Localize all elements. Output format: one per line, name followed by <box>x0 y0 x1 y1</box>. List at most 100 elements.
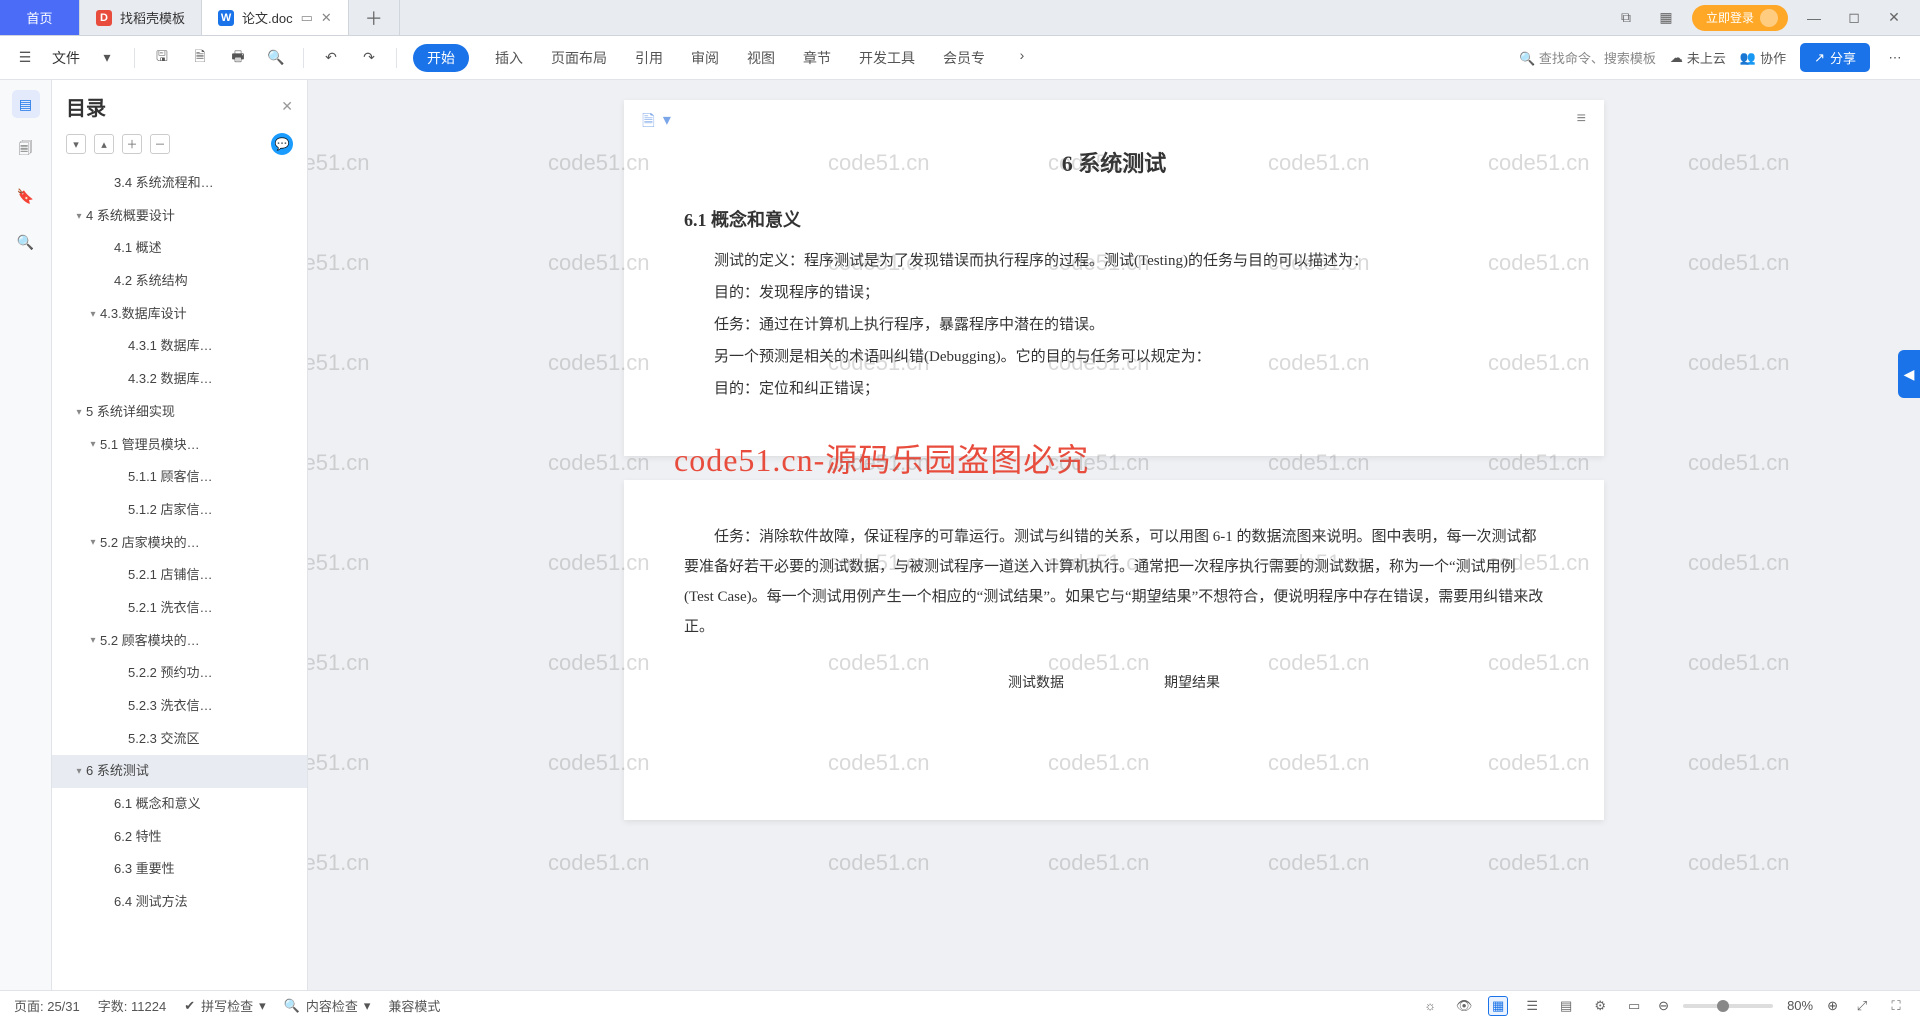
outline-item[interactable]: 5.2.3 交流区 <box>52 723 307 756</box>
menu-icon[interactable]: ☰ <box>14 47 36 69</box>
outline-item[interactable]: ▾6 系统测试 <box>52 755 307 788</box>
tab-templates[interactable]: D 找稻壳模板 <box>80 0 202 35</box>
expand-icon[interactable]: ▾ <box>86 533 100 552</box>
redo-icon[interactable]: ↷ <box>358 47 380 69</box>
outline-rail-icon[interactable]: ▤ <box>12 90 40 118</box>
read-mode-icon[interactable]: 👁 <box>1454 996 1474 1016</box>
outline-item[interactable]: 5.2.1 洗衣信… <box>52 592 307 625</box>
status-wordcount[interactable]: 字数: 11224 <box>98 996 166 1015</box>
expand-icon[interactable]: ▾ <box>86 305 100 324</box>
outline-assist-icon[interactable]: 💬 <box>271 133 293 155</box>
outline-item[interactable]: 4.1 概述 <box>52 232 307 265</box>
remove-outline-button[interactable]: － <box>150 134 170 154</box>
tools-view-icon[interactable]: ⚙ <box>1590 996 1610 1016</box>
layout-icon[interactable]: ⧉ <box>1612 9 1640 26</box>
tab-window-icon[interactable]: ▭ <box>301 10 313 26</box>
outline-item[interactable]: 4.3.2 数据库… <box>52 363 307 396</box>
expand-icon[interactable]: ▾ <box>72 403 86 422</box>
outline-item[interactable]: 5.1.1 顾客信… <box>52 461 307 494</box>
zoom-out-button[interactable]: ⊖ <box>1658 998 1669 1014</box>
ribbon-tab-review[interactable]: 审阅 <box>689 44 721 72</box>
page-drop-icon[interactable]: ▾ <box>663 110 671 137</box>
outline-item[interactable]: ▾5.2 顾客模块的… <box>52 625 307 658</box>
outline-item[interactable]: 5.1.2 店家信… <box>52 494 307 527</box>
status-compat[interactable]: 兼容模式 <box>388 996 440 1015</box>
presentation-icon[interactable]: ▭ <box>1624 996 1644 1016</box>
outline-item[interactable]: 4.2 系统结构 <box>52 265 307 298</box>
outline-item[interactable]: ▾5.1 管理员模块… <box>52 429 307 462</box>
page-view-icon[interactable]: ▦ <box>1488 996 1508 1016</box>
outline-item[interactable]: 6.2 特性 <box>52 821 307 854</box>
outline-item[interactable]: ▾4 系统概要设计 <box>52 200 307 233</box>
ribbon-tab-reference[interactable]: 引用 <box>633 44 665 72</box>
collab-button[interactable]: 👥协作 <box>1740 48 1786 67</box>
tab-close-icon[interactable]: ✕ <box>321 10 332 26</box>
outline-item[interactable]: 3.4 系统流程和… <box>52 167 307 200</box>
ribbon-tab-pagelayout[interactable]: 页面布局 <box>549 44 609 72</box>
save-as-icon[interactable]: 🗎 <box>189 47 211 69</box>
outline-item[interactable]: 6.1 概念和意义 <box>52 788 307 821</box>
maximize-button[interactable]: ◻ <box>1840 9 1868 26</box>
search-rail-icon[interactable]: 🔍 <box>12 228 40 256</box>
status-contentcheck[interactable]: 🔍 内容检查 ▾ <box>284 996 371 1015</box>
tab-add[interactable]: ＋ <box>349 0 400 35</box>
expand-all-button[interactable]: ▴ <box>94 134 114 154</box>
page-tools-right[interactable]: ≡ <box>1577 110 1586 128</box>
minimize-button[interactable]: — <box>1800 10 1828 26</box>
web-view-icon[interactable]: ▤ <box>1556 996 1576 1016</box>
zoom-value[interactable]: 80% <box>1787 998 1813 1013</box>
expand-icon[interactable]: ▾ <box>72 762 86 781</box>
outline-item[interactable]: ▾5 系统详细实现 <box>52 396 307 429</box>
ribbon-tab-start[interactable]: 开始 <box>413 44 469 72</box>
expand-icon[interactable]: ▾ <box>86 631 100 650</box>
fit-page-icon[interactable]: ⤢ <box>1852 996 1872 1016</box>
status-spellcheck[interactable]: ✔ 拼写检查 ▾ <box>184 996 265 1015</box>
right-drawer-tab[interactable]: ◀ <box>1898 350 1920 398</box>
fullscreen-icon[interactable]: ⛶ <box>1886 996 1906 1016</box>
zoom-in-button[interactable]: ⊕ <box>1827 998 1838 1014</box>
outline-item[interactable]: 6.4 测试方法 <box>52 886 307 919</box>
tab-document-active[interactable]: W 论文.doc ▭ ✕ <box>202 0 349 35</box>
outline-view-icon[interactable]: ☰ <box>1522 996 1542 1016</box>
close-button[interactable]: ✕ <box>1880 9 1908 26</box>
document-canvas[interactable]: 🗎▾ ≡ 6 系统测试 6.1 概念和意义 测试的定义：程序测试是为了发现错误而… <box>308 80 1920 990</box>
ribbon-tab-devtools[interactable]: 开发工具 <box>857 44 917 72</box>
ribbon-tab-view[interactable]: 视图 <box>745 44 777 72</box>
expand-icon[interactable]: ▾ <box>86 435 100 454</box>
command-search[interactable]: 🔍 查找命令、搜索模板 <box>1519 48 1656 67</box>
login-button[interactable]: 立即登录 <box>1692 5 1788 31</box>
ribbon-tab-member[interactable]: 会员专 <box>941 44 987 72</box>
outline-item[interactable]: ▾4.3.数据库设计 <box>52 298 307 331</box>
ribbon-more-icon[interactable]: › <box>1011 44 1033 66</box>
outline-item[interactable]: 6.3 重要性 <box>52 853 307 886</box>
expand-icon[interactable]: ▾ <box>72 207 86 226</box>
cloud-status[interactable]: ☁未上云 <box>1670 48 1726 67</box>
zoom-slider[interactable] <box>1683 1004 1773 1008</box>
apps-icon[interactable]: ▦ <box>1652 9 1680 26</box>
status-page[interactable]: 页面: 25/31 <box>14 996 80 1015</box>
bookmark-rail-icon[interactable]: 🔖 <box>12 182 40 210</box>
outline-item[interactable]: 5.2.3 洗衣信… <box>52 690 307 723</box>
undo-icon[interactable]: ↶ <box>320 47 342 69</box>
tab-home[interactable]: 首页 <box>0 0 80 35</box>
save-icon[interactable]: 🖫 <box>151 47 173 69</box>
clipboard-rail-icon[interactable]: 🗐 <box>12 136 40 164</box>
outline-item[interactable]: 5.2.2 预约功… <box>52 657 307 690</box>
ribbon-tab-insert[interactable]: 插入 <box>493 44 525 72</box>
page-doc-icon[interactable]: 🗎 <box>642 110 655 137</box>
outline-close-icon[interactable]: ✕ <box>281 98 293 115</box>
add-outline-button[interactable]: ＋ <box>122 134 142 154</box>
print-icon[interactable]: 🖶 <box>227 47 249 69</box>
outline-item[interactable]: 5.2.1 店铺信… <box>52 559 307 592</box>
toolbar-more-icon[interactable]: ⋯ <box>1884 47 1906 69</box>
preview-icon[interactable]: 🔍 <box>265 47 287 69</box>
chevron-down-icon[interactable]: ▾ <box>96 47 118 69</box>
outline-item[interactable]: 4.3.1 数据库… <box>52 330 307 363</box>
focus-mode-icon[interactable]: ☼ <box>1420 996 1440 1016</box>
file-menu[interactable]: 文件 <box>52 48 80 68</box>
ribbon-tab-section[interactable]: 章节 <box>801 44 833 72</box>
outline-item[interactable]: ▾5.2 店家模块的… <box>52 527 307 560</box>
page-tools-left[interactable]: 🗎▾ <box>642 110 671 137</box>
collapse-all-button[interactable]: ▾ <box>66 134 86 154</box>
share-button[interactable]: ↗分享 <box>1800 43 1870 72</box>
